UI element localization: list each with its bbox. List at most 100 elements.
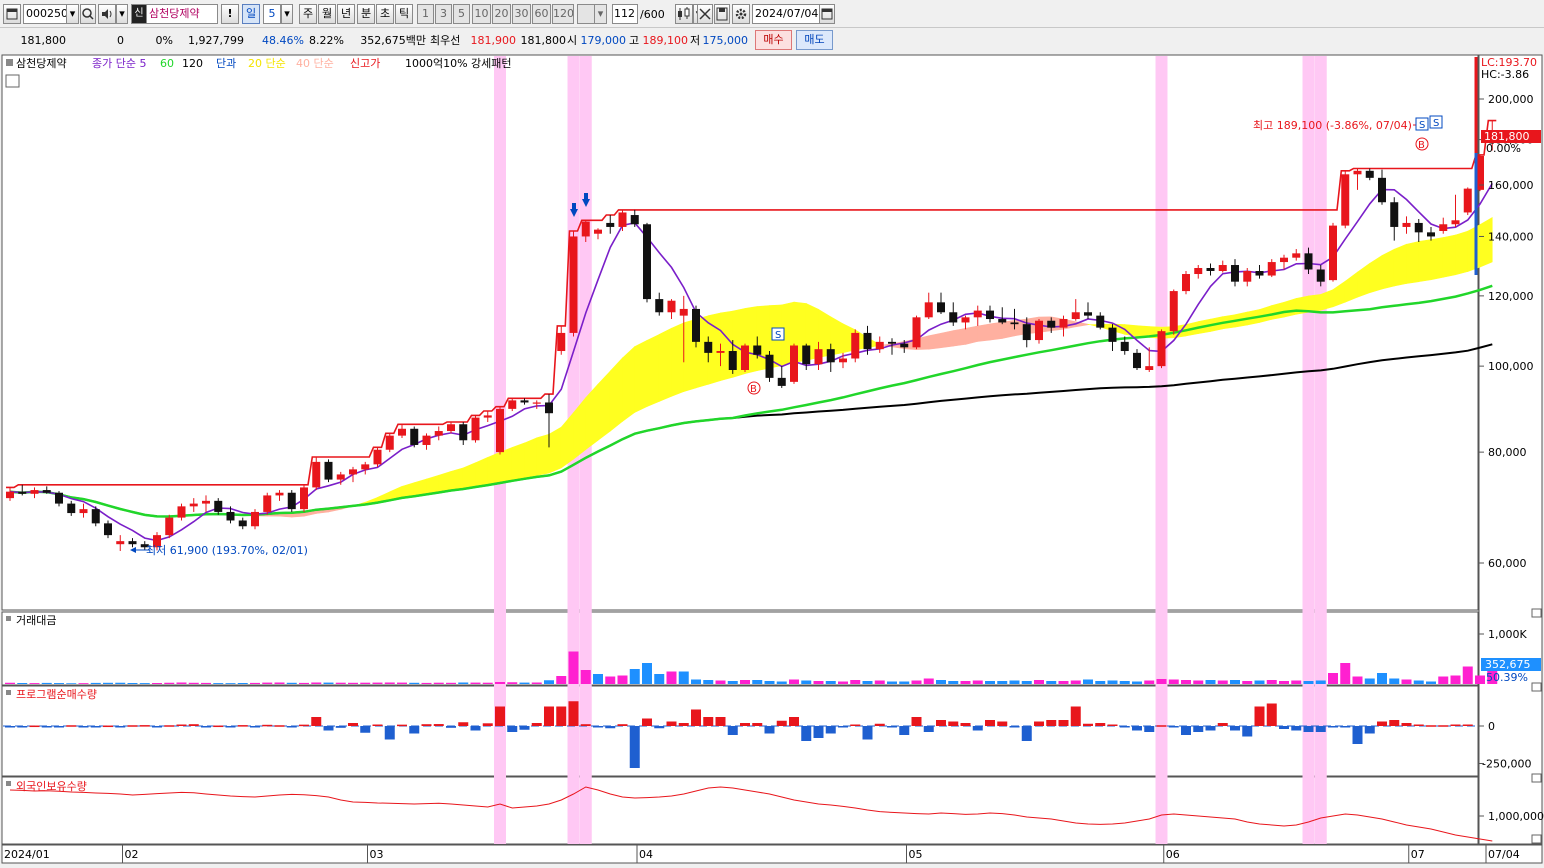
program-bar [618,724,628,726]
stock-code-input[interactable]: 000250 [23,4,67,24]
period-year-button[interactable]: 년 [337,4,355,24]
period-month-button[interactable]: 월 [318,4,336,24]
minute-20-button[interactable]: 20 [492,4,511,24]
candle-body [386,436,394,450]
program-bar [1328,726,1338,728]
program-bar [115,726,125,728]
panel-handle-icon[interactable] [6,616,11,621]
trade-amount-bar [409,683,419,684]
program-bar [1402,723,1412,726]
date-label: 2024/01 [4,848,50,861]
trade-amount-bar [446,683,456,684]
period-daily-button[interactable]: 일 [242,4,260,24]
cloud-segment [476,457,488,487]
trade-amount-bar [716,681,726,685]
pane-close-icon[interactable] [1532,683,1541,691]
trade-amount-bar [422,683,432,684]
trade-amount-bar [1108,681,1118,685]
sell-signal-marker[interactable]: S [1430,116,1442,129]
interval-input[interactable]: 5 [263,4,281,24]
trade-current-label: 352,675 [1485,658,1531,671]
program-bar [1377,722,1387,727]
pane-close-icon[interactable] [1532,774,1541,782]
trade-amount-bar [593,674,603,684]
window-icon[interactable] [3,4,21,24]
cloud-segment [549,427,561,473]
program-bar [1046,720,1056,726]
cloud-segment [1394,244,1406,286]
cloud-segment [525,438,537,478]
period-minute-button[interactable]: 분 [357,4,375,24]
program-bar [1218,723,1228,726]
program-bar [397,725,407,727]
candle-body [1403,223,1411,227]
trade-amount-bar [899,682,909,685]
cloud-segment [610,358,622,431]
minute-30-button[interactable]: 30 [512,4,531,24]
trade-amount-bar [1059,681,1069,684]
minute-10-button[interactable]: 10 [472,4,491,24]
minute-5-button[interactable]: 5 [453,4,470,24]
search-icon[interactable] [80,4,96,24]
speaker-dropdown-icon[interactable]: ▾ [116,4,128,24]
svg-text:S: S [775,330,781,341]
sell-signal-marker[interactable]: S [1416,118,1428,131]
pane-close-icon[interactable] [1532,609,1541,617]
candle-body [582,222,590,237]
candle-body [900,344,908,348]
count-input[interactable]: 112 [612,4,638,24]
date-input[interactable]: 2024/07/04 [752,4,820,24]
candle-body [1243,271,1251,282]
candle-body [300,487,308,509]
stock-chart[interactable]: 200,000180,000160,000140,000120,000100,0… [0,53,1544,865]
cloud-segment [929,333,941,349]
code-dropdown-icon[interactable]: ▾ [66,4,79,24]
interval-dropdown-icon[interactable]: ▾ [281,4,293,24]
trade-amount-bar [275,683,285,685]
custom-interval-field[interactable] [577,4,595,24]
legend-handle-icon[interactable] [6,59,13,66]
candle-icon[interactable] [675,4,693,24]
period-week-button[interactable]: 주 [299,4,317,24]
buy-button[interactable]: 매수 [755,30,792,50]
period-tick-button[interactable]: 틱 [395,4,413,24]
sell-signal-marker[interactable]: S [772,328,784,341]
save-icon[interactable] [714,4,730,24]
low-price: 175,000 [700,32,748,49]
chart-mini-icon[interactable] [6,75,19,87]
program-bar [262,725,272,727]
cloud-segment [1272,302,1284,319]
program-bar [1095,723,1105,726]
panel-handle-icon[interactable] [6,781,11,786]
cloud-segment [966,326,978,344]
tools-icon[interactable] [697,4,713,24]
candle-body [67,504,75,513]
candle-body [80,509,88,513]
minute-3-button[interactable]: 3 [435,4,452,24]
alert-button[interactable]: ! [221,4,239,24]
program-bar [520,726,530,730]
sell-button[interactable]: 매도 [796,30,833,50]
cloud-segment [978,324,990,341]
calendar-icon[interactable] [819,4,835,24]
minute-60-button[interactable]: 60 [532,4,551,24]
panel-handle-icon[interactable] [6,690,11,695]
trade-amount-bar [311,683,321,685]
legend-ma5: 종가 단순 5 [92,57,146,70]
period-second-button[interactable]: 초 [376,4,394,24]
trade-amount-bar [532,683,542,685]
legend-pattern: 1000억10% 강세패턴 [405,57,512,70]
stock-name-field[interactable]: 삼천당제약 [146,4,218,24]
minute-1-button[interactable]: 1 [417,4,434,24]
minute-120-button[interactable]: 120 [552,4,574,24]
program-bar [605,726,615,728]
pane-close-icon[interactable] [1532,835,1541,843]
speaker-icon[interactable] [98,4,116,24]
program-bar [777,721,787,726]
custom-interval-dropdown-icon[interactable]: ▾ [594,4,607,24]
candle-body [435,431,443,436]
candle-body [692,309,700,342]
cloud-segment [488,452,500,485]
gear-icon[interactable] [732,4,750,24]
trade-amount-bar [789,680,799,685]
